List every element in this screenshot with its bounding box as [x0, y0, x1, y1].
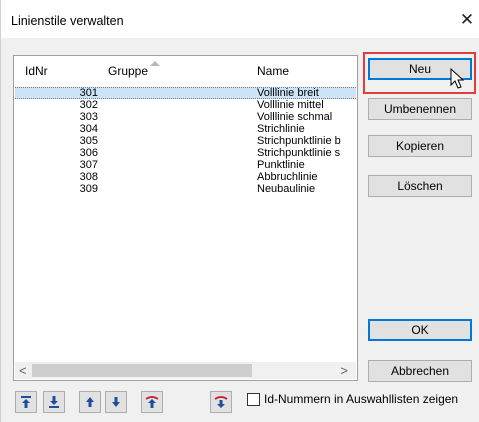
show-id-numbers-checkbox[interactable] — [247, 393, 260, 406]
move-up-icon — [86, 397, 94, 407]
copy-button[interactable]: Kopieren — [368, 135, 472, 157]
move-to-top-button[interactable] — [15, 391, 37, 413]
column-header-name[interactable]: Name — [257, 64, 289, 78]
insert-below-icon — [214, 396, 228, 408]
cell-name: Volllinie schmal — [257, 111, 333, 123]
mouse-cursor-icon — [450, 68, 465, 89]
cell-name: Neubaulinie — [257, 183, 316, 195]
title-bar: Linienstile verwalten ✕ — [1, 0, 479, 38]
column-header-group[interactable]: Gruppe — [108, 64, 148, 78]
move-to-bottom-icon — [49, 396, 59, 408]
column-header-id[interactable]: IdNr — [25, 64, 48, 78]
insert-above-icon — [145, 396, 159, 408]
cancel-button[interactable]: Abbrechen — [368, 360, 472, 382]
cell-id: 308 — [79, 171, 98, 183]
table-row[interactable]: 303 Volllinie schmal — [15, 111, 356, 123]
move-to-bottom-button[interactable] — [43, 391, 65, 413]
cell-name: Strichpunktlinie s — [257, 147, 341, 159]
table-row[interactable]: 301 Volllinie breit — [15, 87, 356, 99]
insert-above-button[interactable] — [141, 391, 163, 413]
cell-name: Abbruchlinie — [257, 171, 318, 183]
sort-ascending-icon — [150, 61, 160, 66]
table-row[interactable]: 307 Punktlinie — [15, 159, 356, 171]
cell-name: Strichlinie — [257, 123, 305, 135]
scroll-left-icon[interactable]: < — [19, 362, 27, 379]
table-row[interactable]: 304 Strichlinie — [15, 123, 356, 135]
cell-name: Volllinie mittel — [257, 99, 324, 111]
move-to-top-icon — [21, 396, 31, 408]
cell-id: 302 — [79, 99, 98, 111]
cell-id: 306 — [79, 147, 98, 159]
cell-id: 301 — [79, 87, 98, 99]
cell-id: 303 — [79, 111, 98, 123]
cell-id: 307 — [79, 159, 98, 171]
line-style-list[interactable]: IdNr Gruppe Name 301 Volllinie breit 302… — [13, 55, 358, 381]
cell-id: 304 — [79, 123, 98, 135]
table-row[interactable]: 309 Neubaulinie — [15, 183, 356, 195]
table-row[interactable]: 308 Abbruchlinie — [15, 171, 356, 183]
window-title: Linienstile verwalten — [11, 14, 124, 28]
scroll-thumb[interactable] — [32, 364, 252, 377]
table-row[interactable]: 305 Strichpunktlinie b — [15, 135, 356, 147]
move-down-icon — [112, 397, 120, 407]
cell-id: 309 — [79, 183, 98, 195]
move-up-button[interactable] — [79, 391, 101, 413]
horizontal-scrollbar[interactable]: < > — [15, 362, 356, 379]
scroll-right-icon[interactable]: > — [340, 362, 348, 379]
move-down-button[interactable] — [105, 391, 127, 413]
dialog: Linienstile verwalten ✕ IdNr Gruppe Name… — [0, 0, 479, 422]
table-row[interactable]: 306 Strichpunktlinie s — [15, 147, 356, 159]
insert-below-button[interactable] — [210, 391, 232, 413]
delete-button[interactable]: Löschen — [368, 175, 472, 197]
cell-name: Volllinie breit — [257, 88, 319, 98]
cell-name: Strichpunktlinie b — [257, 135, 341, 147]
table-row[interactable]: 302 Volllinie mittel — [15, 99, 356, 111]
ok-button[interactable]: OK — [368, 319, 472, 341]
close-icon[interactable]: ✕ — [454, 8, 479, 32]
cell-name: Punktlinie — [257, 159, 305, 171]
rename-button[interactable]: Umbenennen — [368, 98, 472, 120]
cell-id: 305 — [79, 135, 98, 147]
show-id-numbers-label[interactable]: Id-Nummern in Auswahllisten zeigen — [264, 392, 458, 406]
